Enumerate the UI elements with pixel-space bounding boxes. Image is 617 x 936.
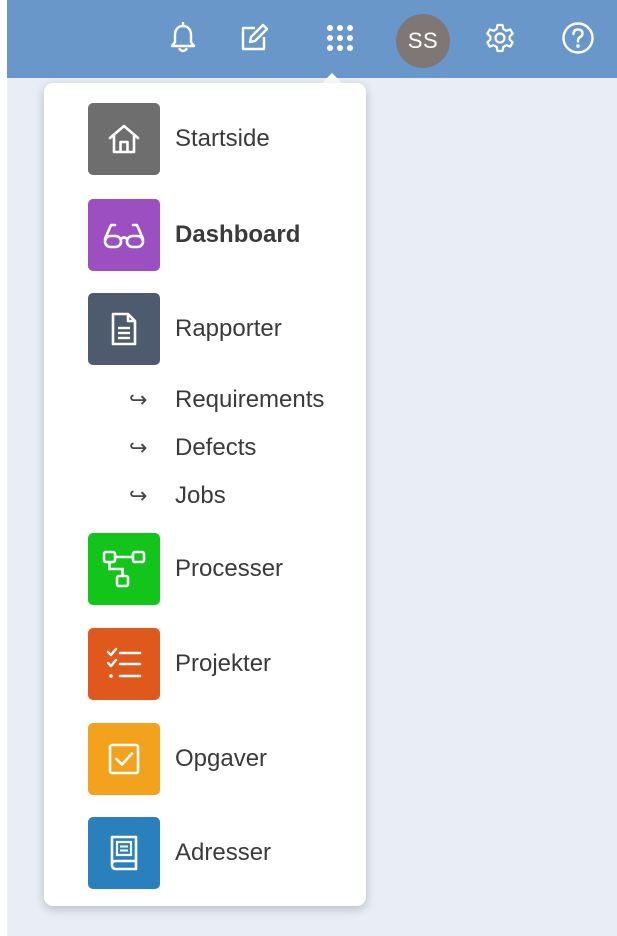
address-book-icon <box>110 835 138 871</box>
menu-item-adresser[interactable]: Adresser <box>44 817 366 889</box>
menu-item-startside[interactable]: Startside <box>44 103 366 175</box>
processer-tile <box>88 533 160 605</box>
menu-item-rapporter[interactable]: Rapporter <box>44 293 366 365</box>
top-bar: SS <box>7 0 617 78</box>
return-arrow-icon: ↪ <box>129 435 148 460</box>
menu-item-processer[interactable]: Processer <box>44 533 366 605</box>
menu-item-label: Opgaver <box>175 745 268 772</box>
apps-menu: Startside Dashboard Rapporter ↪ Requirem… <box>44 83 366 906</box>
checklist-icon <box>106 647 142 678</box>
sub-item-defects[interactable]: ↪ Defects <box>129 431 359 465</box>
sub-item-label: Requirements <box>175 386 325 413</box>
sub-item-requirements[interactable]: ↪ Requirements <box>129 383 359 417</box>
checkbox-icon <box>108 743 140 775</box>
menu-item-dashboard[interactable]: Dashboard <box>44 199 366 271</box>
glasses-icon <box>103 223 145 249</box>
menu-item-label: Adresser <box>175 839 272 866</box>
opgaver-tile <box>88 723 160 795</box>
gear-icon[interactable] <box>480 18 520 58</box>
sub-item-label: Defects <box>175 434 257 461</box>
process-flow-icon <box>102 550 146 588</box>
menu-item-label: Dashboard <box>175 221 301 248</box>
menu-item-label: Projekter <box>175 650 272 677</box>
home-icon <box>108 124 140 154</box>
rapporter-tile <box>88 293 160 365</box>
projekter-tile <box>88 628 160 700</box>
avatar[interactable]: SS <box>396 14 450 68</box>
menu-item-label: Processer <box>175 555 284 582</box>
startside-tile <box>88 103 160 175</box>
menu-item-label: Rapporter <box>175 315 282 342</box>
dashboard-tile <box>88 199 160 271</box>
bell-icon[interactable] <box>163 18 203 58</box>
menu-item-label: Startside <box>175 125 270 152</box>
sub-item-label: Jobs <box>175 482 226 509</box>
sub-item-jobs[interactable]: ↪ Jobs <box>129 479 359 513</box>
apps-grid-icon[interactable] <box>320 18 360 58</box>
page-background: SS Startside Dashboard Rapporter ↪ Requi… <box>7 0 617 936</box>
document-icon <box>111 312 137 346</box>
edit-icon[interactable] <box>234 18 274 58</box>
return-arrow-icon: ↪ <box>129 387 148 412</box>
adresser-tile <box>88 817 160 889</box>
help-icon[interactable] <box>558 18 598 58</box>
menu-item-projekter[interactable]: Projekter <box>44 628 366 700</box>
menu-item-opgaver[interactable]: Opgaver <box>44 723 366 795</box>
return-arrow-icon: ↪ <box>129 483 148 508</box>
